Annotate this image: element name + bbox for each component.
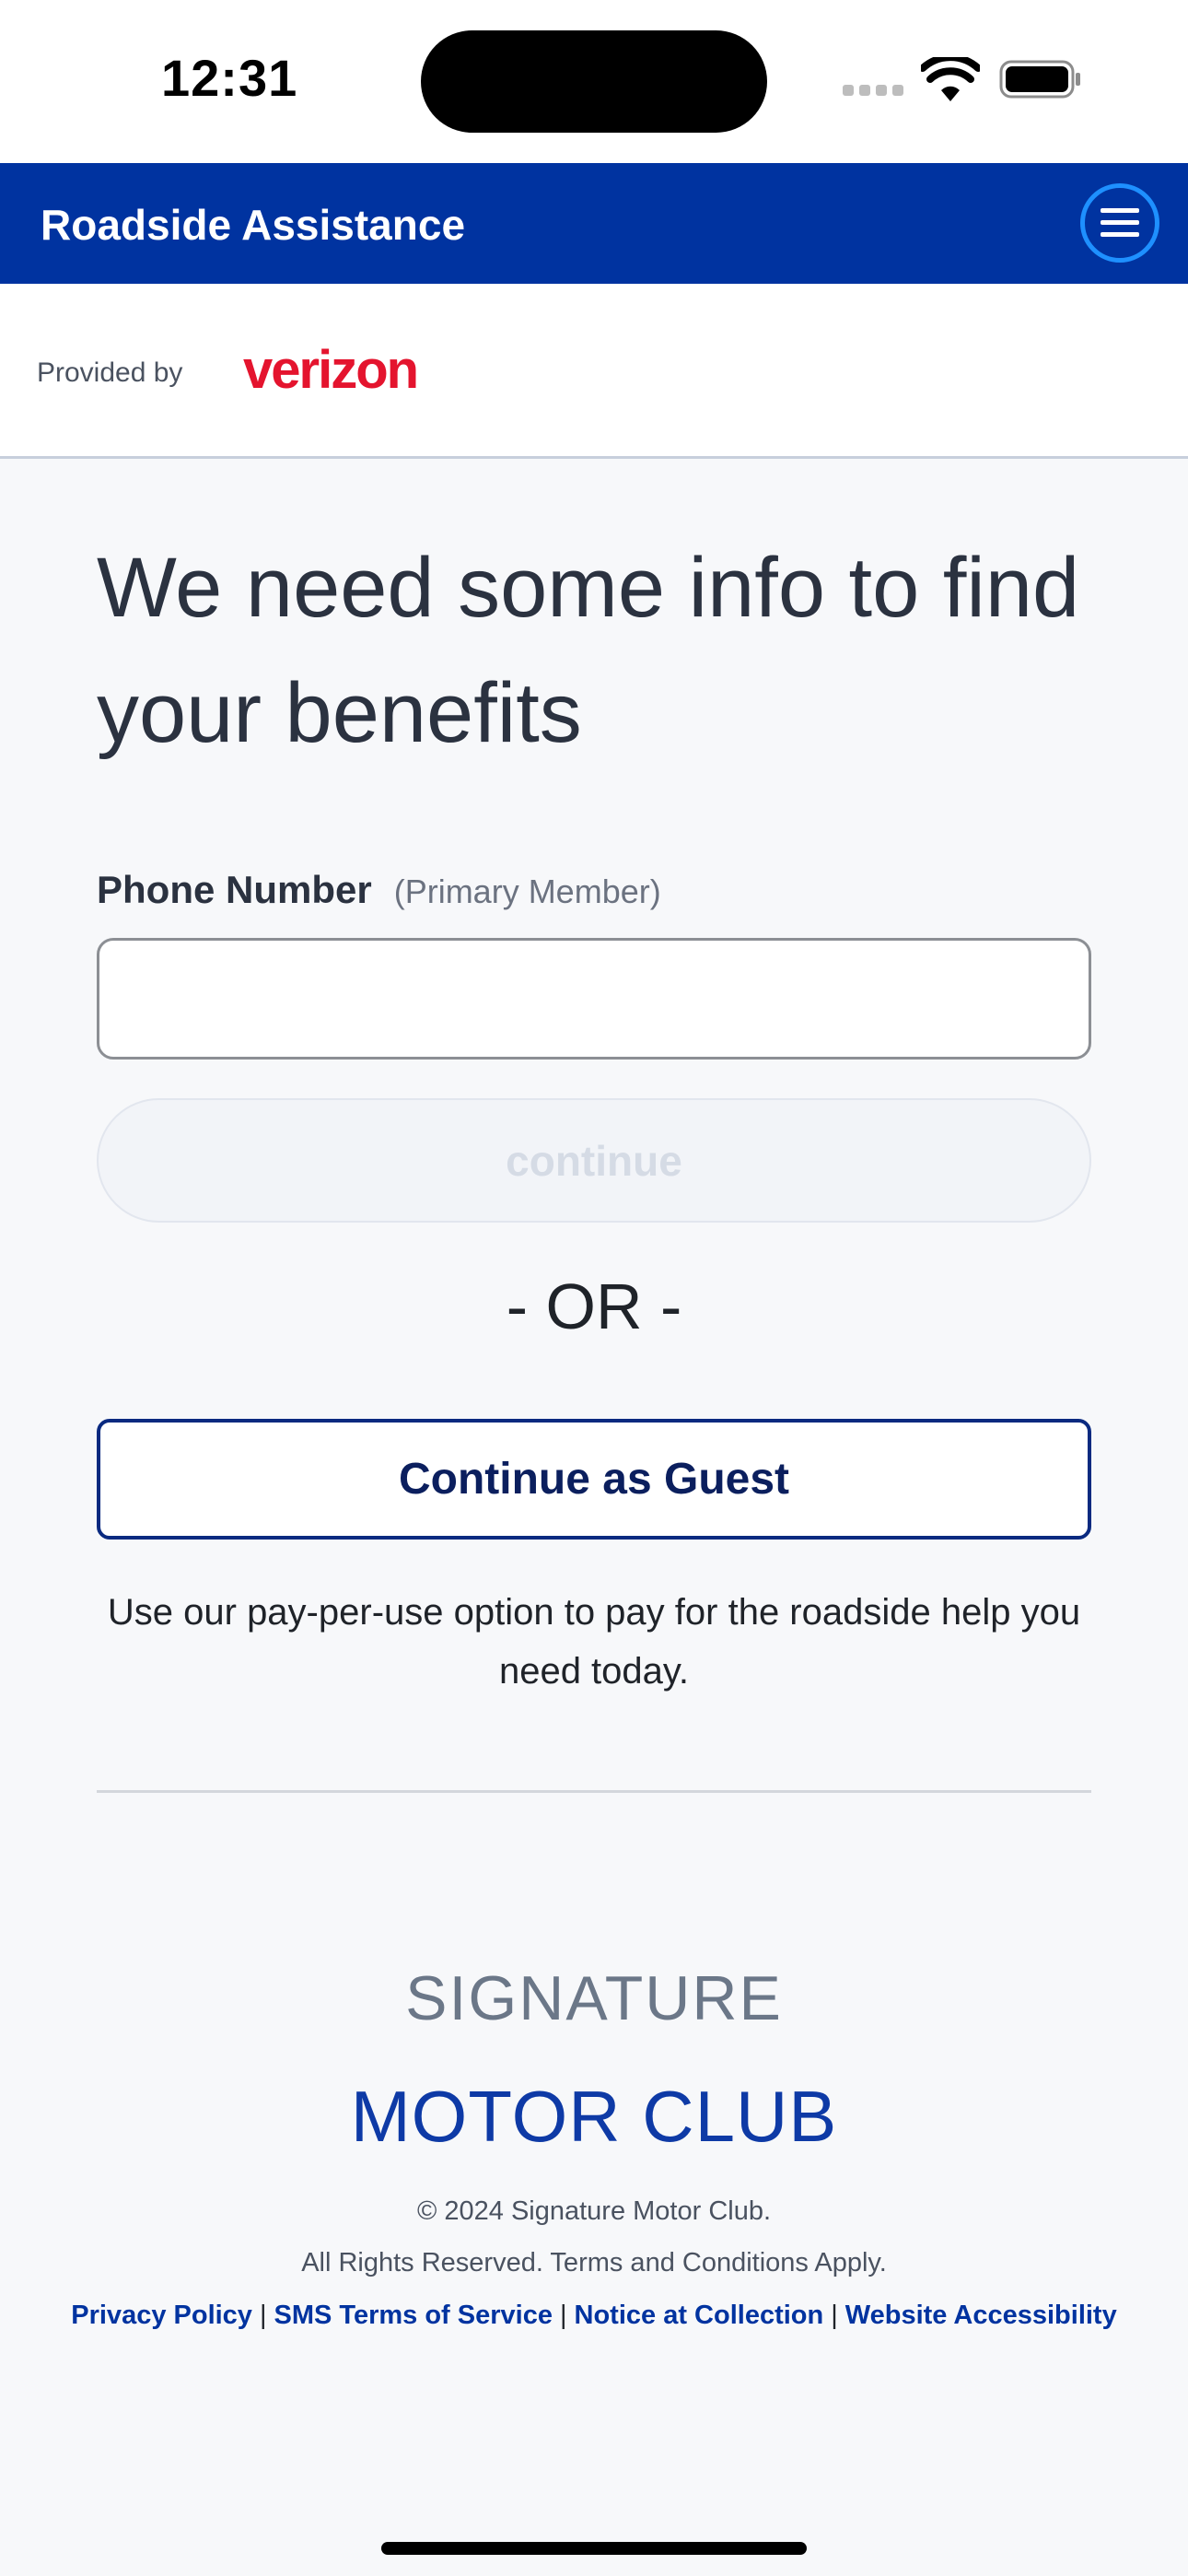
link-separator: |	[831, 2301, 838, 2330]
phone-number-input[interactable]	[97, 938, 1091, 1060]
motor-club-logo-text: MOTOR CLUB	[350, 2076, 838, 2157]
dynamic-island	[421, 30, 767, 133]
hamburger-menu-icon	[1101, 208, 1139, 237]
signature-logo-text: SIGNATURE	[405, 1963, 783, 2033]
sms-terms-link[interactable]: SMS Terms of Service	[274, 2301, 552, 2330]
link-separator: |	[559, 2301, 567, 2330]
wifi-icon	[921, 57, 980, 101]
page-headline: We need some info to find your benefits	[97, 541, 1080, 760]
verizon-logo: verizon	[243, 340, 419, 400]
copyright-text: © 2024 Signature Motor Club.	[416, 2196, 772, 2226]
continue-button[interactable]: continue	[97, 1098, 1091, 1223]
phone-number-label: Phone Number (Primary Member)	[97, 868, 661, 912]
section-divider	[97, 1790, 1091, 1793]
phone-number-label-text: Phone Number	[97, 868, 372, 911]
guest-description: Use our pay-per-use option to pay for th…	[107, 1592, 1081, 1692]
website-accessibility-link[interactable]: Website Accessibility	[845, 2301, 1117, 2330]
provider-bar: Provided by verizon	[0, 284, 1188, 459]
cellular-signal-icon	[843, 85, 907, 98]
app-title: Roadside Assistance	[41, 201, 466, 249]
rights-text: All Rights Reserved. Terms and Condition…	[301, 2248, 887, 2277]
home-indicator[interactable]	[381, 2542, 807, 2555]
continue-as-guest-button[interactable]: Continue as Guest	[97, 1419, 1091, 1540]
privacy-policy-link[interactable]: Privacy Policy	[71, 2301, 252, 2330]
menu-button[interactable]	[1080, 183, 1159, 263]
link-separator: |	[259, 2301, 267, 2330]
battery-icon	[999, 60, 1080, 99]
notice-at-collection-link[interactable]: Notice at Collection	[575, 2301, 824, 2330]
footer-links: Privacy Policy | SMS Terms of Service | Noti…	[0, 2301, 1188, 2331]
status-time: 12:31	[161, 49, 298, 107]
provided-by-label: Provided by	[37, 357, 183, 388]
or-divider-text: - OR -	[506, 1270, 682, 1342]
app-header: Roadside Assistance	[0, 163, 1188, 284]
status-bar: 12:31	[0, 0, 1188, 163]
primary-member-hint: (Primary Member)	[393, 872, 661, 910]
